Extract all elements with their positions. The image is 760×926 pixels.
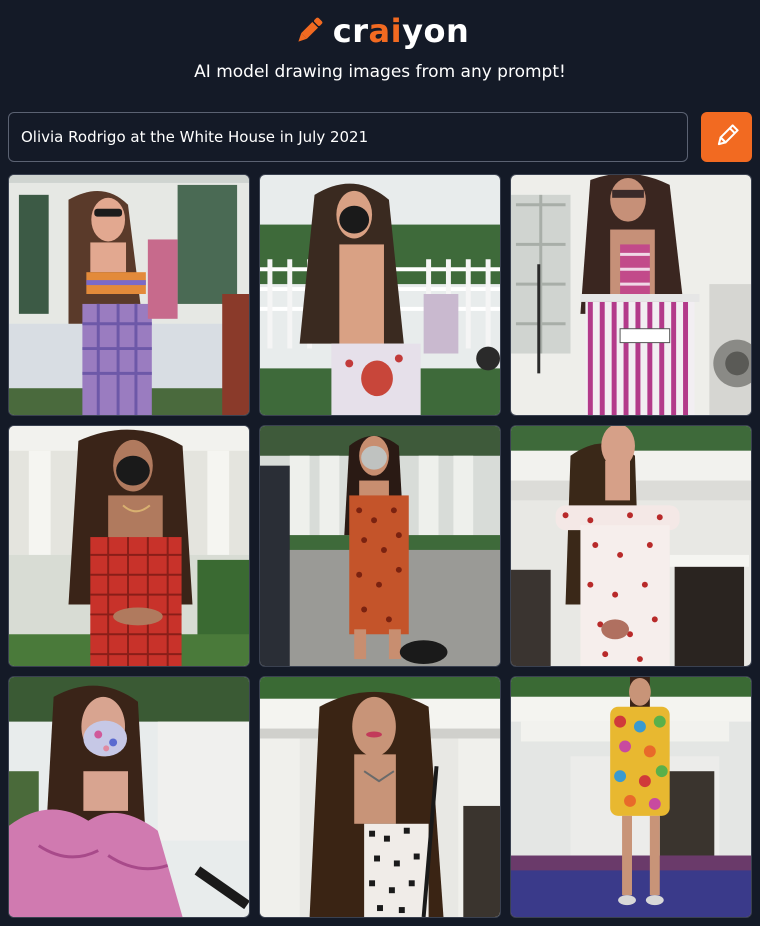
result-image-4[interactable] xyxy=(8,425,250,667)
result-image-2[interactable] xyxy=(259,174,501,416)
tagline: AI model drawing images from any prompt! xyxy=(194,62,566,82)
logo-wordmark: craiyon xyxy=(332,12,470,50)
prompt-input[interactable] xyxy=(8,112,688,162)
result-image-7[interactable] xyxy=(8,676,250,918)
draw-button[interactable] xyxy=(701,112,752,162)
result-image-6[interactable] xyxy=(510,425,752,667)
result-image-8[interactable] xyxy=(259,676,501,918)
result-image-3[interactable] xyxy=(510,174,752,416)
result-image-grid xyxy=(8,174,752,918)
result-image-1[interactable] xyxy=(8,174,250,416)
result-image-9[interactable] xyxy=(510,676,752,918)
pencil-icon xyxy=(291,13,327,49)
craiyon-logo[interactable]: craiyon xyxy=(0,10,760,52)
result-image-5[interactable] xyxy=(259,425,501,667)
craiyon-page: craiyon AI model drawing images from any… xyxy=(0,0,760,926)
pencil-icon xyxy=(714,123,740,152)
